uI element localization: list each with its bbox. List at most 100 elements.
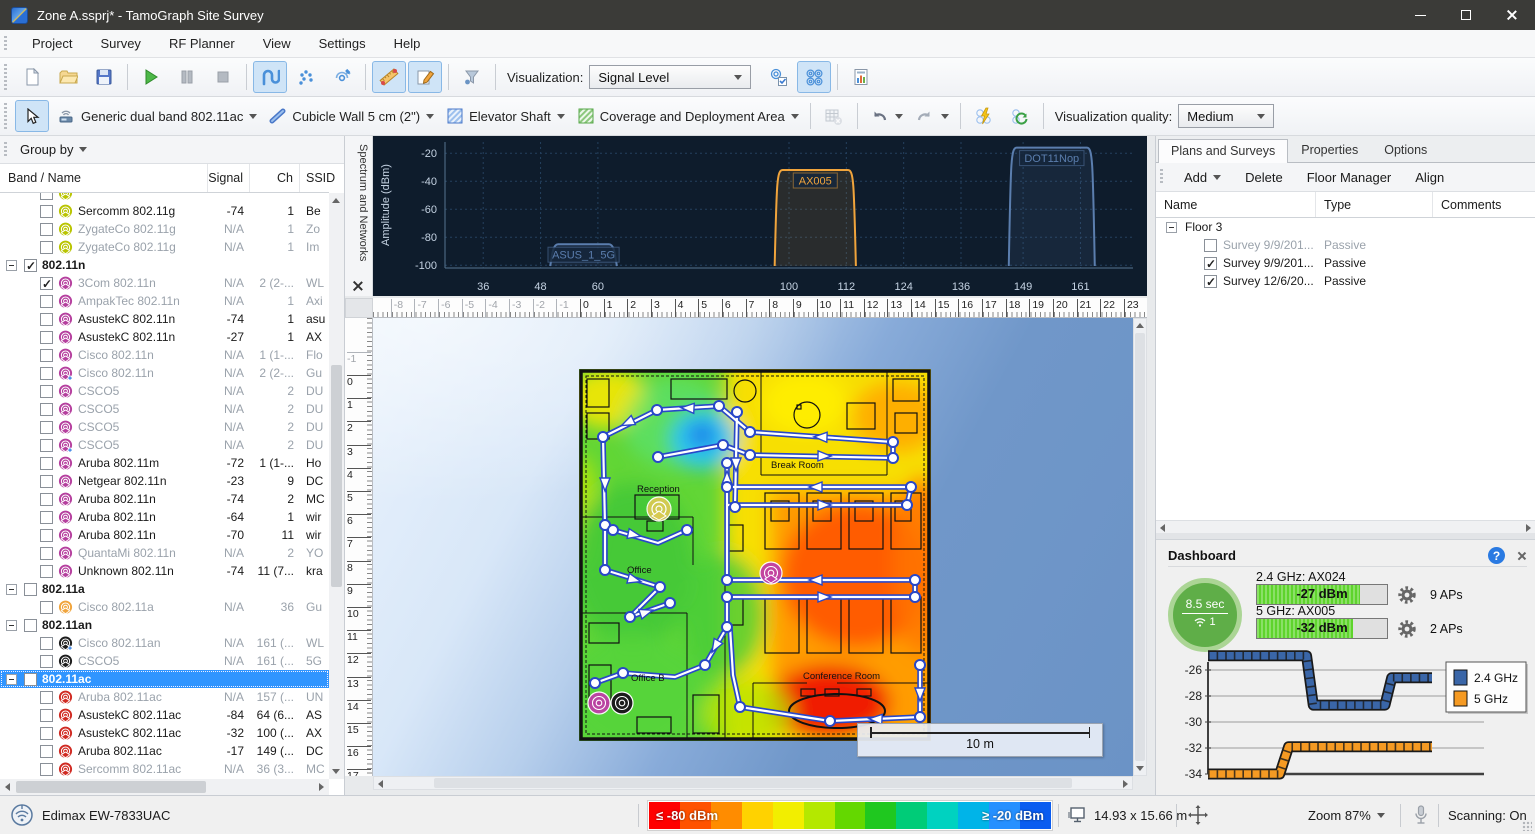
column-channel[interactable]: Ch bbox=[250, 164, 300, 192]
expander-icon[interactable] bbox=[6, 260, 17, 271]
checkbox[interactable] bbox=[40, 385, 53, 398]
checkbox[interactable] bbox=[40, 457, 53, 470]
surveys-horizontal-scrollbar[interactable] bbox=[1156, 520, 1535, 533]
ap-row[interactable]: > Cisco 802.11aN/A36Gu bbox=[0, 598, 329, 616]
checkbox[interactable] bbox=[40, 493, 53, 506]
ap-row[interactable]: > Unknown 802.11n-7411 (7...kra bbox=[0, 562, 329, 580]
checkbox[interactable] bbox=[40, 277, 53, 290]
checkbox[interactable] bbox=[40, 403, 53, 416]
canvas-horizontal-scrollbar[interactable] bbox=[373, 776, 1133, 790]
column-name[interactable]: Name bbox=[1156, 192, 1316, 217]
survey-row[interactable]: Survey 9/9/201... Passive bbox=[1156, 254, 1535, 272]
floor-manager-button[interactable]: Floor Manager bbox=[1295, 170, 1404, 185]
checkbox[interactable] bbox=[40, 547, 53, 560]
checkbox[interactable] bbox=[40, 421, 53, 434]
tab-plans-and-surveys[interactable]: Plans and Surveys bbox=[1158, 139, 1288, 163]
ap-list-vertical-scrollbar[interactable] bbox=[329, 193, 344, 779]
tab-properties[interactable]: Properties bbox=[1288, 138, 1371, 162]
start-survey-button[interactable] bbox=[134, 61, 168, 93]
checkbox[interactable] bbox=[40, 205, 53, 218]
checkbox[interactable] bbox=[40, 655, 53, 668]
checkbox[interactable] bbox=[40, 193, 53, 200]
checkbox[interactable] bbox=[40, 565, 53, 578]
survey-row[interactable]: Survey 12/6/20... Passive bbox=[1156, 272, 1535, 290]
ap-row[interactable]: > Sercomm 802.11g-741Be bbox=[0, 202, 329, 220]
band-group-row[interactable]: 802.11ac bbox=[0, 670, 329, 688]
ap-row[interactable]: > Aruba 802.11m-721 (1-...Ho bbox=[0, 454, 329, 472]
delete-button[interactable]: Delete bbox=[1233, 170, 1295, 185]
checkbox[interactable] bbox=[40, 529, 53, 542]
floor-plan-canvas[interactable]: Reception Break Room Office Office B Con… bbox=[373, 318, 1133, 776]
group-by-button[interactable]: Group by bbox=[20, 142, 73, 157]
checkbox[interactable] bbox=[40, 241, 53, 254]
voice-control-button[interactable] bbox=[1412, 796, 1430, 834]
wall-type-selector[interactable]: Cubicle Wall 5 cm (2") bbox=[263, 101, 440, 131]
edit-plan-button[interactable] bbox=[408, 61, 442, 93]
ap-row[interactable]: > Aruba 802.11n-742MC bbox=[0, 490, 329, 508]
pause-survey-button[interactable] bbox=[170, 61, 204, 93]
column-type[interactable]: Type bbox=[1316, 192, 1433, 217]
ap-type-selector[interactable]: Generic dual band 802.11ac bbox=[50, 101, 263, 131]
attenuation-zone-selector[interactable]: Elevator Shaft bbox=[440, 101, 571, 131]
floor-row[interactable]: Floor 3 bbox=[1156, 218, 1535, 236]
stop-survey-button[interactable] bbox=[206, 61, 240, 93]
checkbox[interactable] bbox=[1204, 257, 1217, 270]
gps-mode-button[interactable] bbox=[325, 61, 359, 93]
clear-objects-button[interactable] bbox=[817, 100, 851, 132]
ap-row[interactable]: > Aruba 802.11acN/A157 (...UN bbox=[0, 688, 329, 706]
expander-icon[interactable] bbox=[1166, 222, 1177, 233]
checkbox[interactable] bbox=[24, 673, 37, 686]
checkbox[interactable] bbox=[40, 601, 53, 614]
checkbox[interactable] bbox=[40, 475, 53, 488]
ap-row[interactable]: > AmpakTec 802.11nN/A1Axi bbox=[0, 292, 329, 310]
band-group-row[interactable]: 802.11an bbox=[0, 616, 329, 634]
floor-plan[interactable]: Reception Break Room Office Office B Con… bbox=[575, 365, 935, 745]
ap-row[interactable]: > AsustekC 802.11n-741asu bbox=[0, 310, 329, 328]
ap-table-header[interactable]: Band / Name Signal Ch SSID bbox=[0, 164, 329, 193]
ap-row[interactable]: > Netgear 802.11n-239DC bbox=[0, 472, 329, 490]
checkbox[interactable] bbox=[40, 223, 53, 236]
new-project-button[interactable] bbox=[15, 61, 49, 93]
ap-row[interactable]: > AsustekC 802.11n-271AX bbox=[0, 328, 329, 346]
ap-row[interactable]: > Aruba 802.11n-641wir bbox=[0, 508, 329, 526]
menu-view[interactable]: View bbox=[249, 36, 305, 51]
report-button[interactable] bbox=[844, 61, 878, 93]
continuous-path-mode-button[interactable] bbox=[253, 61, 287, 93]
ap-row[interactable]: Cisco 802.11anN/A161 (...WL bbox=[0, 634, 329, 652]
menu-help[interactable]: Help bbox=[380, 36, 435, 51]
maximize-button[interactable] bbox=[1443, 0, 1489, 30]
save-button[interactable] bbox=[87, 61, 121, 93]
ap-row[interactable]: > bbox=[0, 193, 329, 202]
canvas-vertical-scrollbar[interactable] bbox=[1133, 318, 1147, 776]
ap-row[interactable]: > Aruba 802.11ac-17149 (...DC bbox=[0, 742, 329, 760]
expander-icon[interactable] bbox=[6, 674, 17, 685]
zoom-select[interactable]: Zoom 87% bbox=[1308, 796, 1385, 834]
column-ssid[interactable]: SSID bbox=[300, 164, 335, 192]
checkbox[interactable] bbox=[40, 295, 53, 308]
column-signal[interactable]: Signal bbox=[208, 164, 250, 192]
menu-rf-planner[interactable]: RF Planner bbox=[155, 36, 249, 51]
band-group-row[interactable]: 802.11a bbox=[0, 580, 329, 598]
redo-button[interactable] bbox=[910, 100, 954, 132]
checkbox[interactable] bbox=[24, 259, 37, 272]
select-tool-button[interactable] bbox=[15, 100, 49, 132]
spectrum-chart[interactable]: 36 48 60 100 112 124 136 149 161 -20 -40… bbox=[373, 136, 1147, 296]
ap-row[interactable]: > ZygateCo 802.11gN/A1Im bbox=[0, 238, 329, 256]
checkbox[interactable] bbox=[40, 439, 53, 452]
ap-row[interactable]: > Sercomm 802.11acN/A36 (3...MC bbox=[0, 760, 329, 778]
ap-row[interactable]: > CSCO5N/A161 (...5G bbox=[0, 652, 329, 670]
checkbox[interactable] bbox=[40, 727, 53, 740]
undo-button[interactable] bbox=[864, 100, 908, 132]
menu-project[interactable]: Project bbox=[18, 36, 86, 51]
checkbox[interactable] bbox=[24, 619, 37, 632]
checkbox[interactable] bbox=[40, 511, 53, 524]
checkbox[interactable] bbox=[1204, 239, 1217, 252]
expander-icon[interactable] bbox=[6, 584, 17, 595]
gear-icon[interactable] bbox=[1396, 618, 1418, 640]
ap-list-horizontal-scrollbar[interactable] bbox=[0, 779, 329, 795]
add-button[interactable]: Add bbox=[1172, 170, 1233, 185]
checkbox[interactable] bbox=[40, 367, 53, 380]
panel-splitter[interactable] bbox=[1156, 533, 1535, 540]
resize-grip[interactable] bbox=[1522, 821, 1532, 831]
checkbox[interactable] bbox=[40, 745, 53, 758]
